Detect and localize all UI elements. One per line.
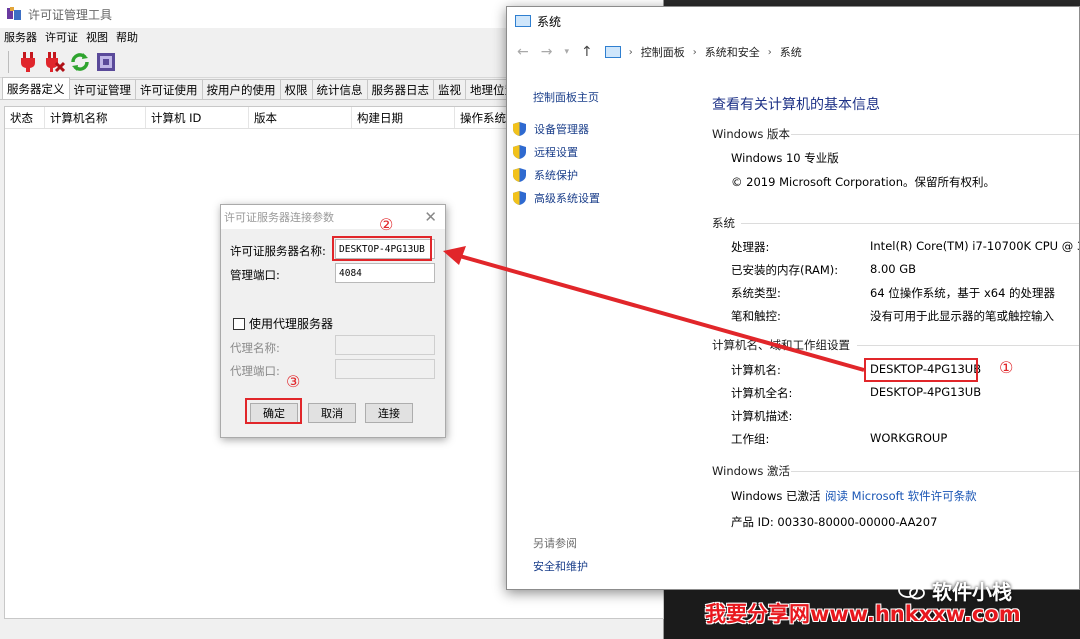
shield-icon xyxy=(513,191,526,205)
copyright-text: © 2019 Microsoft Corporation。保留所有权利。 xyxy=(731,175,995,189)
col-version[interactable]: 版本 xyxy=(249,107,352,128)
tab-license-management[interactable]: 许可证管理 xyxy=(68,79,136,99)
refresh-button[interactable] xyxy=(67,49,93,75)
system-sidebar: 控制面板主页 设备管理器 远程设置 系统保护 高级系统设置 另请参阅 安全和维护 xyxy=(507,69,697,589)
page-title: 查看有关计算机的基本信息 xyxy=(712,97,880,113)
ram-label: 已安装的内存(RAM): xyxy=(731,263,839,277)
watermark-site: 我要分享网www.hnkxxw.com xyxy=(705,602,1021,626)
license-terms-link[interactable]: 阅读 Microsoft 软件许可条款 xyxy=(825,488,977,504)
workgroup-value: WORKGROUP xyxy=(870,431,948,445)
full-name-value: DESKTOP-4PG13UB xyxy=(870,385,982,399)
system-heading: 系统 xyxy=(712,216,735,230)
computer-icon xyxy=(515,15,531,27)
license-tool-title: 许可证管理工具 xyxy=(28,7,113,22)
breadcrumb-system[interactable]: 系统 xyxy=(780,44,802,60)
workgroup-label: 工作组: xyxy=(731,432,770,446)
tab-usage-by-user[interactable]: 按用户的使用 xyxy=(201,79,281,99)
back-arrow-icon[interactable]: ← xyxy=(517,44,529,60)
refresh-icon xyxy=(71,52,89,71)
control-panel-icon xyxy=(604,46,621,58)
step-1-marker: ① xyxy=(999,358,1014,377)
windows-edition-heading: Windows 版本 xyxy=(712,127,790,141)
col-computer-name[interactable]: 计算机名称 xyxy=(45,107,146,128)
highlight-server-name xyxy=(332,236,432,261)
disconnect-plug-button[interactable] xyxy=(41,49,67,75)
col-computer-id[interactable]: 计算机 ID xyxy=(146,107,249,128)
connect-button[interactable]: 连接 xyxy=(365,403,413,423)
proxy-port-input xyxy=(335,359,435,379)
menu-view[interactable]: 视图 xyxy=(86,29,108,45)
proxy-name-label: 代理名称: xyxy=(230,341,280,355)
address-bar: ← → ▾ ↑ › 控制面板 › 系统和安全 › 系统 xyxy=(517,44,802,60)
shield-icon xyxy=(513,122,526,136)
connect-plug-button[interactable] xyxy=(15,49,41,75)
highlight-computer-name xyxy=(864,358,978,382)
processor-value: Intel(R) Core(TM) i7-10700K CPU @ 3.80GH… xyxy=(870,239,1079,253)
step-3-marker: ③ xyxy=(286,372,301,391)
monitor-icon xyxy=(97,52,115,71)
monitor-button[interactable] xyxy=(93,49,119,75)
tab-monitor[interactable]: 监视 xyxy=(433,79,466,99)
system-window: 系统 ← → ▾ ↑ › 控制面板 › 系统和安全 › 系统 控制面板主页 设备… xyxy=(506,6,1080,590)
tab-license-usage[interactable]: 许可证使用 xyxy=(135,79,203,99)
port-label: 管理端口: xyxy=(230,268,280,282)
step-2-marker: ② xyxy=(379,215,394,234)
description-label: 计算机描述: xyxy=(731,409,793,423)
proxy-checkbox[interactable] xyxy=(233,317,245,330)
unplug-icon xyxy=(46,51,65,72)
cancel-button[interactable]: 取消 xyxy=(308,403,356,423)
close-icon[interactable]: ✕ xyxy=(424,208,437,226)
plug-icon xyxy=(21,51,35,72)
processor-label: 处理器: xyxy=(731,240,770,254)
dialog-title: 许可证服务器连接参数 xyxy=(221,205,445,229)
system-titlebar: 系统 xyxy=(507,7,1079,35)
port-input[interactable]: 4084 xyxy=(335,263,435,283)
remote-settings-link[interactable]: 远程设置 xyxy=(513,144,578,160)
server-name-label: 许可证服务器名称: xyxy=(230,244,326,258)
proxy-checkbox-row[interactable]: 使用代理服务器 xyxy=(233,315,333,332)
computer-name-label: 计算机名: xyxy=(731,363,781,377)
tab-server-definition[interactable]: 服务器定义 xyxy=(2,77,70,99)
proxy-port-label: 代理端口: xyxy=(230,364,280,378)
device-manager-link[interactable]: 设备管理器 xyxy=(513,121,589,137)
up-arrow-icon[interactable]: ↑ xyxy=(581,44,593,60)
shield-icon xyxy=(513,168,526,182)
col-build-date[interactable]: 构建日期 xyxy=(352,107,455,128)
menu-server[interactable]: 服务器 xyxy=(4,29,37,45)
tab-statistics[interactable]: 统计信息 xyxy=(311,79,368,99)
system-type-label: 系统类型: xyxy=(731,286,781,300)
forward-arrow-icon[interactable]: → xyxy=(541,44,553,60)
advanced-settings-link[interactable]: 高级系统设置 xyxy=(513,190,600,206)
highlight-ok-button xyxy=(245,398,302,424)
windows-edition-value: Windows 10 专业版 xyxy=(731,151,839,165)
menu-help[interactable]: 帮助 xyxy=(116,29,138,45)
security-maintenance-link[interactable]: 安全和维护 xyxy=(533,558,588,574)
system-main: 查看有关计算机的基本信息 Windows 版本 Windows 10 专业版 ©… xyxy=(697,69,1079,589)
shield-icon xyxy=(513,145,526,159)
ram-value: 8.00 GB xyxy=(870,262,917,276)
col-status[interactable]: 状态 xyxy=(5,107,45,128)
activation-status: Windows 已激活 xyxy=(731,489,821,503)
product-id: 产品 ID: 00330-80000-00000-AA207 xyxy=(731,515,938,529)
proxy-checkbox-label: 使用代理服务器 xyxy=(249,317,334,331)
proxy-name-input xyxy=(335,335,435,355)
breadcrumb-control-panel[interactable]: 控制面板 xyxy=(641,44,685,60)
tab-permissions[interactable]: 权限 xyxy=(279,79,313,99)
system-type-value: 64 位操作系统，基于 x64 的处理器 xyxy=(870,286,1056,300)
toolbar-separator xyxy=(8,50,9,73)
pen-touch-value: 没有可用于此显示器的笔或触控输入 xyxy=(870,309,1054,323)
activation-heading: Windows 激活 xyxy=(712,464,790,478)
see-also-heading: 另请参阅 xyxy=(533,537,577,550)
control-panel-home-link[interactable]: 控制面板主页 xyxy=(533,89,599,105)
menu-license[interactable]: 许可证 xyxy=(45,29,78,45)
pen-touch-label: 笔和触控: xyxy=(731,309,781,323)
full-name-label: 计算机全名: xyxy=(731,386,793,400)
breadcrumb-system-security[interactable]: 系统和安全 xyxy=(705,44,760,60)
app-icon xyxy=(7,7,21,20)
tab-server-log[interactable]: 服务器日志 xyxy=(366,79,434,99)
system-protection-link[interactable]: 系统保护 xyxy=(513,167,578,183)
system-title: 系统 xyxy=(537,14,562,29)
history-chevron-icon[interactable]: ▾ xyxy=(564,47,569,57)
computer-name-heading: 计算机名、域和工作组设置 xyxy=(712,338,850,352)
